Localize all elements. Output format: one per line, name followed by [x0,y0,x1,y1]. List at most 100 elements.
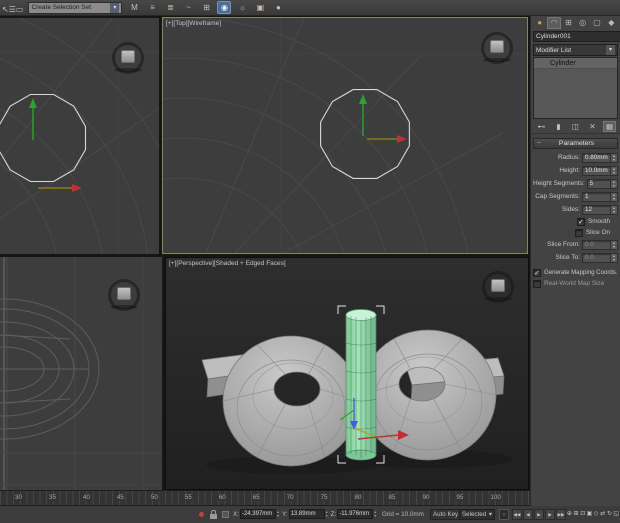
zoom-region-icon[interactable]: ◇ [593,509,600,520]
generate-mapping-coords-label: Generate Mapping Coords. [544,269,618,276]
selection-region-icon[interactable]: ▭ [16,5,24,14]
curve-editor-icon[interactable]: ~ [181,1,195,14]
viewport-perspective[interactable]: [+][Perspective][Shaded + Edged Faces] [165,257,529,490]
motion-tab[interactable]: ◎ [576,17,589,29]
zoom-all-icon[interactable]: ⊞ [573,509,580,520]
parameter-row: Radius: 0.80mm ▴▾ [531,151,620,164]
play-button[interactable]: ▶ [534,509,544,520]
viewcube[interactable] [108,279,140,311]
schematic-view-icon[interactable]: ⊞ [199,1,213,14]
viewcube-cube[interactable] [121,50,135,63]
auto-key-button[interactable]: Auto Key [430,509,461,520]
parameter-row: Cap Segments: 1 ▴▾ [531,190,620,203]
coordinate-input[interactable]: 13.89mm [289,509,325,519]
spinner[interactable]: ▴▾ [610,180,617,188]
spinner[interactable]: ▴▾ [610,206,617,214]
select-object-icon[interactable]: ↖ [2,5,9,14]
align-icon[interactable]: ≡ [145,1,159,14]
parameter-field[interactable]: 12 ▴▾ [582,205,618,215]
rendered-frame-icon[interactable]: ▣ [253,1,267,14]
named-selection-sets-combo[interactable]: Create Selection Set ▾ [28,2,122,14]
parameter-field[interactable]: 0.0 ▴▾ [582,240,618,250]
zoom-extents-icon[interactable]: ⊡ [579,509,586,520]
chevron-down-icon[interactable]: ▾ [489,510,492,519]
coordinate-input[interactable]: -11.976mm [337,509,373,519]
create-tab[interactable]: ● [533,17,546,29]
selection-set-value: Selected [462,510,486,519]
coordinate-spinner[interactable]: ▴▾ [326,510,328,518]
spinner[interactable]: ▴▾ [610,154,617,162]
timeline-track-bar[interactable]: 3035404550556065707580859095100 [0,490,530,506]
show-end-result-button[interactable]: ▮ [552,121,565,132]
modify-tab[interactable]: ◠ [547,17,560,29]
maximize-viewport-icon[interactable]: ◱ [613,509,620,520]
remove-modifier-button[interactable]: ✕ [586,121,599,132]
modifier-list-dropdown[interactable]: Modifier List ▾ [533,44,618,56]
collapse-icon[interactable]: − [537,140,541,147]
orbit-icon[interactable]: ↻ [606,509,613,520]
modifier-stack[interactable]: Cylinder [533,57,618,119]
viewcube[interactable] [112,42,144,74]
material-editor-icon[interactable]: ◉ [217,1,231,14]
viewcube-cube[interactable] [491,279,505,292]
pan-icon[interactable]: ⇄ [599,509,606,520]
real-world-map-size-checkbox[interactable] [533,280,541,288]
viewport-top[interactable]: [+][Top][Wireframe] [162,17,528,254]
viewport-top-left[interactable] [0,18,159,254]
spinner[interactable]: ▴▾ [610,167,617,175]
go-to-end-button[interactable]: ▶▶ [556,509,566,520]
viewcube[interactable] [482,271,514,303]
render-production-icon[interactable]: ● [271,1,285,14]
layer-manager-icon[interactable]: ≣ [163,1,177,14]
spinner[interactable]: ▴▾ [610,254,617,262]
coordinate-spinner[interactable]: ▴▾ [374,510,376,518]
make-unique-button[interactable]: ◫ [569,121,582,132]
display-tab[interactable]: ▢ [590,17,603,29]
pin-stack-button[interactable]: ⊷ [535,121,548,132]
generate-mapping-coords-checkbox[interactable] [533,269,541,277]
slice-on-checkbox[interactable] [575,229,583,237]
coordinate-field-group: Y: 13.89mm ▴▾ [282,509,328,519]
configure-modifier-sets-button[interactable]: ▦ [603,121,616,132]
torus-wireframe[interactable] [0,299,99,439]
spinner[interactable]: ▴▾ [610,193,617,201]
render-setup-icon[interactable]: ☼ [235,1,249,14]
coordinate-spinner[interactable]: ▴▾ [277,510,279,518]
spinner[interactable]: ▴▾ [610,241,617,249]
mirror-icon[interactable]: M [127,1,141,14]
chevron-down-icon[interactable]: ▾ [606,45,615,55]
parameter-field[interactable]: 0.0 ▴▾ [582,253,618,263]
zoom-icon[interactable]: ⊕ [566,509,573,520]
viewcube-cube[interactable] [117,287,131,300]
viewport-perspective-label[interactable]: [+][Perspective][Shaded + Edged Faces] [169,260,286,267]
axis-gizmo[interactable] [29,98,82,192]
parameter-field[interactable]: 10.0mm ▴▾ [582,166,618,176]
axis-gizmo[interactable] [359,94,407,143]
selection-lock-icon[interactable] [210,514,217,519]
selection-set-dropdown[interactable]: Selected ▾ [459,509,495,520]
zoom-extents-all-icon[interactable]: ▣ [586,509,593,520]
viewport-top-label[interactable]: [+][Top][Wireframe] [166,20,221,27]
viewcube-cube[interactable] [490,40,504,53]
select-by-name-icon[interactable]: ☰ [9,5,16,14]
previous-frame-button[interactable]: ◀ [523,509,533,520]
viewport-left[interactable] [0,257,162,490]
timeline-frame-number: 35 [48,494,57,501]
parameter-field[interactable]: 1 ▴▾ [582,192,618,202]
parameters-rollout-header[interactable]: − Parameters [533,138,618,149]
chevron-down-icon[interactable]: ▾ [110,3,119,13]
parameter-field[interactable]: 0.80mm ▴▾ [582,153,618,163]
next-frame-button[interactable]: ▶ [545,509,555,520]
absolute-mode-icon[interactable] [222,511,229,518]
smooth-checkbox[interactable] [577,218,585,226]
object-name-field[interactable] [533,31,620,42]
utilities-tab[interactable]: ◆ [605,17,618,29]
coordinate-input[interactable]: -24.397mm [240,509,276,519]
modifier-stack-item[interactable]: Cylinder [534,58,617,69]
viewcube[interactable] [481,32,513,64]
parameter-field[interactable]: 5 ▴▾ [587,179,618,189]
go-to-start-button[interactable]: ◀◀ [512,509,522,520]
key-filters-button[interactable]: ○ [499,509,509,520]
parameter-row: Slice From: 0.0 ▴▾ [531,238,620,251]
hierarchy-tab[interactable]: ⊞ [562,17,575,29]
